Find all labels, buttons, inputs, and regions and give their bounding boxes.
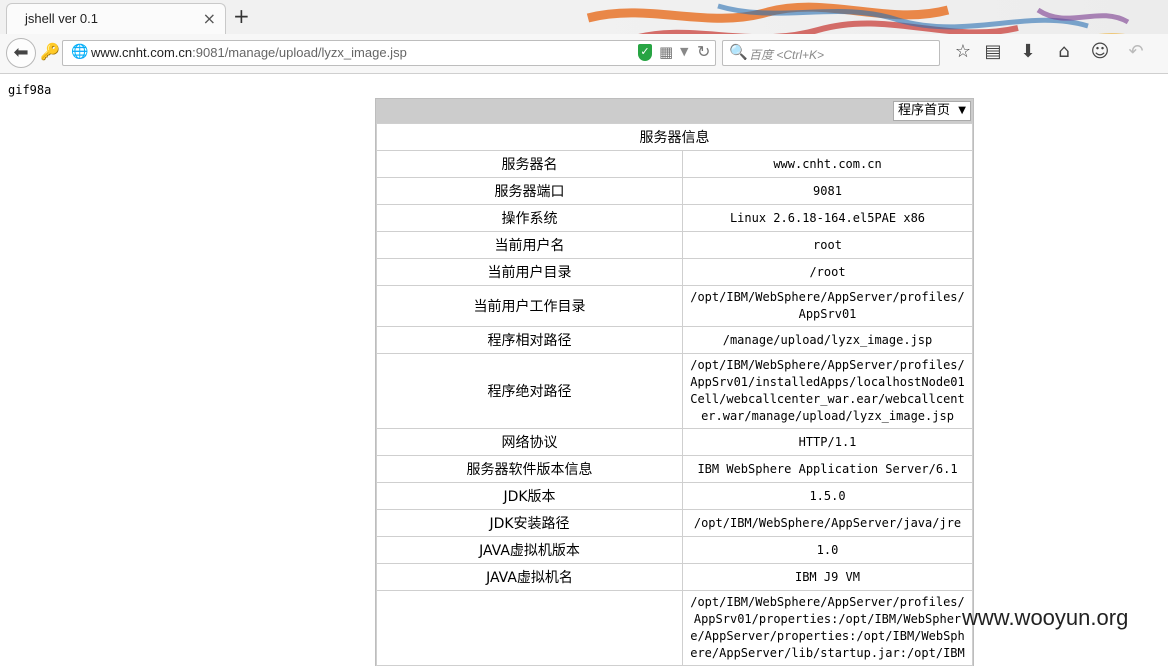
table-row: JAVA虚拟机版本 1.0 <box>376 536 973 564</box>
row-label: 服务器名 <box>376 150 683 178</box>
home-select[interactable]: 程序首页 ▼ <box>892 101 971 121</box>
table-row: JAVA虚拟机名 IBM J9 VM <box>376 563 973 591</box>
row-value: IBM WebSphere Application Server/6.1 <box>682 455 973 483</box>
watermark-text: www.wooyun.org <box>962 605 1129 630</box>
row-value: www.cnht.com.cn <box>682 150 973 178</box>
row-label: JAVA虚拟机名 <box>376 563 683 591</box>
row-label: 当前用户目录 <box>376 258 683 286</box>
table-row: /opt/IBM/WebSphere/AppServer/profiles/Ap… <box>376 590 973 666</box>
server-info-panel: 程序首页 ▼ 服务器信息 服务器名 www.cnht.com.cn 服务器端口 908… <box>375 98 974 666</box>
url-path: :9081/manage/upload/lyzx_image.jsp <box>192 45 407 60</box>
row-label: JAVA虚拟机版本 <box>376 536 683 564</box>
chevron-down-icon: ▼ <box>958 105 966 116</box>
tab-bar: jshell ver 0.1 × + <box>0 0 1168 34</box>
row-value: /opt/IBM/WebSphere/AppServer/profiles/Ap… <box>682 590 973 666</box>
search-icon: 🔍 <box>729 43 748 61</box>
row-label: 当前用户工作目录 <box>376 285 683 327</box>
reload-icon[interactable]: ↻ <box>697 42 710 61</box>
row-value: HTTP/1.1 <box>682 428 973 456</box>
new-tab-button[interactable]: + <box>233 4 250 28</box>
close-tab-icon[interactable]: × <box>203 9 216 28</box>
gif-header-text: gif98a <box>8 83 52 97</box>
table-row: 服务器名 www.cnht.com.cn <box>376 150 973 178</box>
table-row: 网络协议 HTTP/1.1 <box>376 428 973 456</box>
table-row: 当前用户目录/root <box>376 258 973 286</box>
row-value: /opt/IBM/WebSphere/AppServer/profiles/Ap… <box>682 353 973 429</box>
table-row: 当前用户工作目录/opt/IBM/WebSphere/AppServer/pro… <box>376 285 973 327</box>
smiley-icon[interactable]: ☺ <box>1088 41 1112 62</box>
qr-code-icon[interactable]: ▦ <box>659 43 673 61</box>
panel-title: 服务器信息 <box>376 123 973 151</box>
table-row: JDK版本 1.5.0 <box>376 482 973 510</box>
url-host: www.cnht.com.cn <box>91 45 193 60</box>
row-label: 程序绝对路径 <box>376 353 683 429</box>
tab-title: jshell ver 0.1 <box>25 11 98 26</box>
row-value: 1.5.0 <box>682 482 973 510</box>
table-row: 当前用户名 root <box>376 231 973 259</box>
search-placeholder: 百度 <Ctrl+K> <box>749 48 825 62</box>
table-row: JDK安装路径/opt/IBM/WebSphere/AppServer/java… <box>376 509 973 537</box>
address-bar[interactable]: 🌐 www.cnht.com.cn:9081/manage/upload/lyz… <box>62 40 716 66</box>
download-icon[interactable]: ⬇ <box>1016 41 1040 62</box>
globe-icon: 🌐 <box>71 44 89 60</box>
row-value: IBM J9 VM <box>682 563 973 591</box>
theme-decoration <box>586 2 1130 34</box>
table-row: 服务器端口 9081 <box>376 177 973 205</box>
row-label: 操作系统 <box>376 204 683 232</box>
row-value: 9081 <box>682 177 973 205</box>
row-value: Linux 2.6.18-164.el5PAE x86 <box>682 204 973 232</box>
row-label <box>376 590 683 666</box>
url-text[interactable]: www.cnht.com.cn:9081/manage/upload/lyzx_… <box>91 45 407 60</box>
table-title-row: 服务器信息 <box>376 123 973 151</box>
table-row: 服务器软件版本信息 IBM WebSphere Application Serve… <box>376 455 973 483</box>
row-label: JDK版本 <box>376 482 683 510</box>
row-value: /opt/IBM/WebSphere/AppServer/profiles/Ap… <box>682 285 973 327</box>
row-label: 服务器端口 <box>376 177 683 205</box>
security-shield-icon[interactable]: ✓ <box>638 44 652 61</box>
row-label: 程序相对路径 <box>376 326 683 354</box>
table-row: 程序相对路径/manage/upload/lyzx_image.jsp <box>376 326 973 354</box>
panel-header: 程序首页 ▼ <box>376 99 973 123</box>
row-label: JDK安装路径 <box>376 509 683 537</box>
table-row: 操作系统 Linux 2.6.18-164.el5PAE x86 <box>376 204 973 232</box>
undo-icon[interactable]: ↶ <box>1124 41 1148 62</box>
row-value: /root <box>682 258 973 286</box>
back-arrow-icon: ⬅ <box>13 42 29 63</box>
row-value: 1.0 <box>682 536 973 564</box>
search-box[interactable]: 🔍 百度 <Ctrl+K> <box>722 40 940 66</box>
row-value: root <box>682 231 973 259</box>
home-icon[interactable]: ⌂ <box>1052 41 1076 62</box>
reading-list-icon[interactable]: ▤ <box>981 41 1005 62</box>
key-icon[interactable]: 🔑 <box>40 42 60 61</box>
table-row: 程序绝对路径/opt/IBM/WebSphere/AppServer/profi… <box>376 353 973 429</box>
row-label: 当前用户名 <box>376 231 683 259</box>
home-select-value: 程序首页 <box>897 103 950 118</box>
back-button[interactable]: ⬅ <box>6 38 36 68</box>
row-value: /manage/upload/lyzx_image.jsp <box>682 326 973 354</box>
chevron-down-icon[interactable]: ▼ <box>680 45 688 58</box>
navigation-bar: ⬅ 🔑 🌐 www.cnht.com.cn:9081/manage/upload… <box>0 34 1168 74</box>
row-label: 服务器软件版本信息 <box>376 455 683 483</box>
bookmark-star-icon[interactable]: ☆ <box>951 41 975 62</box>
active-tab[interactable]: jshell ver 0.1 × <box>6 3 226 34</box>
server-info-table: 服务器信息 服务器名 www.cnht.com.cn 服务器端口 9081 操作系统 Li… <box>376 123 973 666</box>
row-label: 网络协议 <box>376 428 683 456</box>
row-value: /opt/IBM/WebSphere/AppServer/java/jre <box>682 509 973 537</box>
